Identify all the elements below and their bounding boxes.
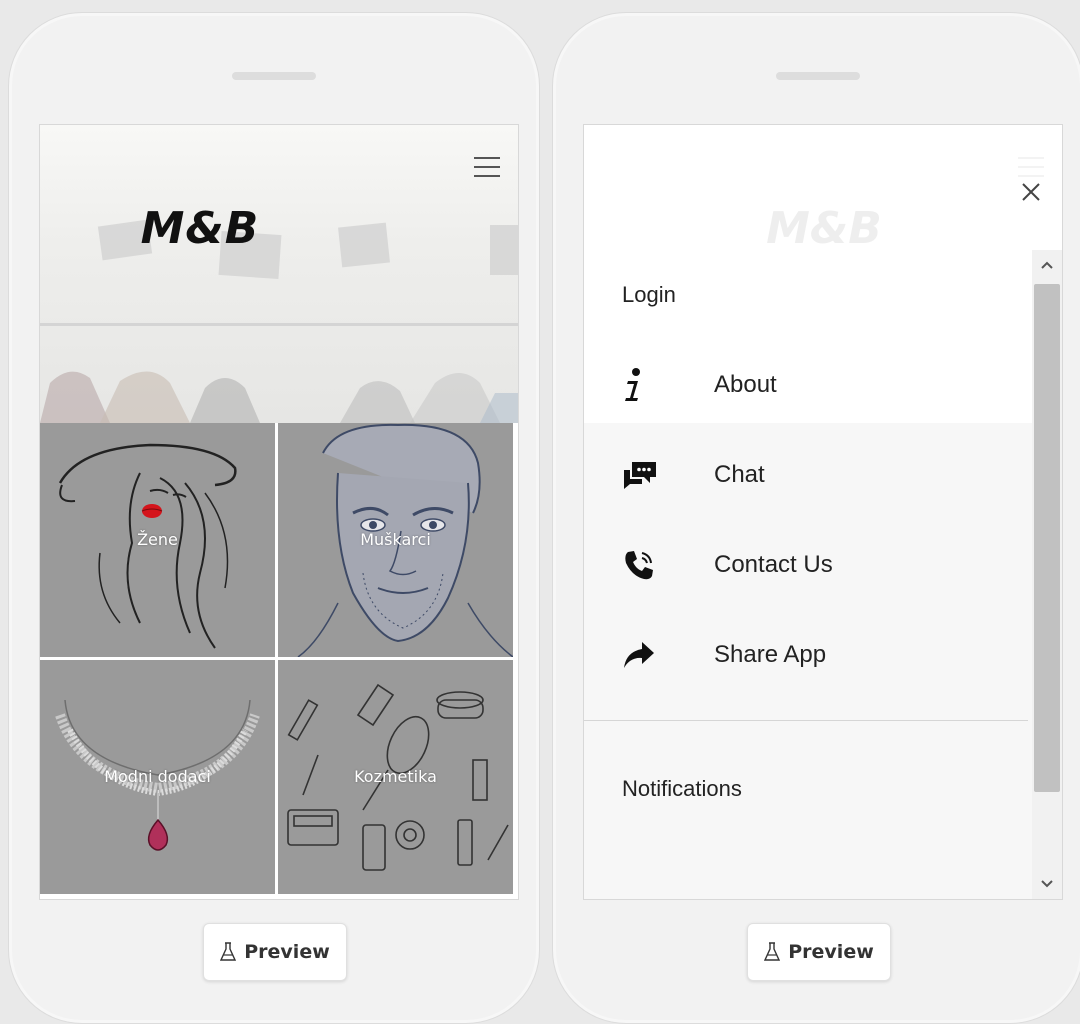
- phone-frame-right: M&B Login About Chat Contact Us Share Ap…: [552, 12, 1080, 1024]
- menu-item-about[interactable]: About: [584, 340, 1028, 430]
- chat-icon: [622, 457, 662, 493]
- category-label: Kozmetika: [354, 767, 437, 786]
- clothes-illustration: [40, 371, 518, 423]
- hanging-photo: [490, 225, 518, 275]
- category-tile-kozmetika[interactable]: Kozmetika: [278, 660, 513, 894]
- menu-item-label: Chat: [714, 461, 765, 488]
- hamburger-icon[interactable]: [474, 157, 500, 179]
- menu-item-label: Notifications: [622, 776, 742, 801]
- app-screen-menu: M&B Login About Chat Contact Us Share Ap…: [583, 124, 1063, 900]
- side-menu: Login About Chat Contact Us Share App No…: [584, 250, 1028, 857]
- phone-frame-left: M&B Žene Muškarci Modni dodaci Kozmetika…: [8, 12, 540, 1024]
- preview-button[interactable]: Preview: [747, 923, 891, 981]
- phone-speaker: [232, 72, 316, 80]
- header-banner: M&B: [40, 125, 518, 423]
- menu-item-label: Contact Us: [714, 551, 833, 578]
- preview-button[interactable]: Preview: [203, 923, 347, 981]
- menu-item-label: Login: [622, 282, 676, 307]
- phone-speaker: [776, 72, 860, 80]
- scroll-up-arrow-icon[interactable]: [1032, 250, 1062, 280]
- menu-item-share-app[interactable]: Share App: [584, 610, 1028, 700]
- menu-scrollbar[interactable]: [1032, 250, 1062, 899]
- flask-icon: [764, 942, 781, 961]
- flask-icon: [220, 942, 237, 961]
- info-icon: [622, 367, 662, 403]
- preview-label: Preview: [244, 941, 330, 963]
- scrollbar-thumb[interactable]: [1034, 284, 1060, 792]
- share-icon: [622, 637, 662, 673]
- phone-icon: [622, 547, 662, 583]
- category-label: Muškarci: [360, 530, 431, 549]
- menu-item-label: About: [714, 371, 777, 398]
- menu-item-notifications[interactable]: Notifications: [584, 721, 1028, 857]
- category-tile-zene[interactable]: Žene: [40, 423, 275, 657]
- category-label: Modni dodaci: [104, 767, 211, 786]
- close-icon[interactable]: [1016, 177, 1046, 207]
- category-tile-modni-dodaci[interactable]: Modni dodaci: [40, 660, 275, 894]
- brand-title: M&B: [140, 203, 260, 254]
- menu-item-login[interactable]: Login: [584, 250, 1028, 340]
- menu-item-chat[interactable]: Chat: [584, 430, 1028, 520]
- clothes-rail: [40, 323, 518, 326]
- ghost-brand-title: M&B: [766, 203, 882, 254]
- scroll-down-arrow-icon[interactable]: [1032, 869, 1062, 899]
- menu-item-contact-us[interactable]: Contact Us: [584, 520, 1028, 610]
- menu-item-label: Share App: [714, 641, 827, 668]
- category-tile-muskarci[interactable]: Muškarci: [278, 423, 513, 657]
- category-label: Žene: [137, 530, 178, 549]
- app-screen-home: M&B Žene Muškarci Modni dodaci Kozmetika: [39, 124, 519, 900]
- preview-label: Preview: [788, 941, 874, 963]
